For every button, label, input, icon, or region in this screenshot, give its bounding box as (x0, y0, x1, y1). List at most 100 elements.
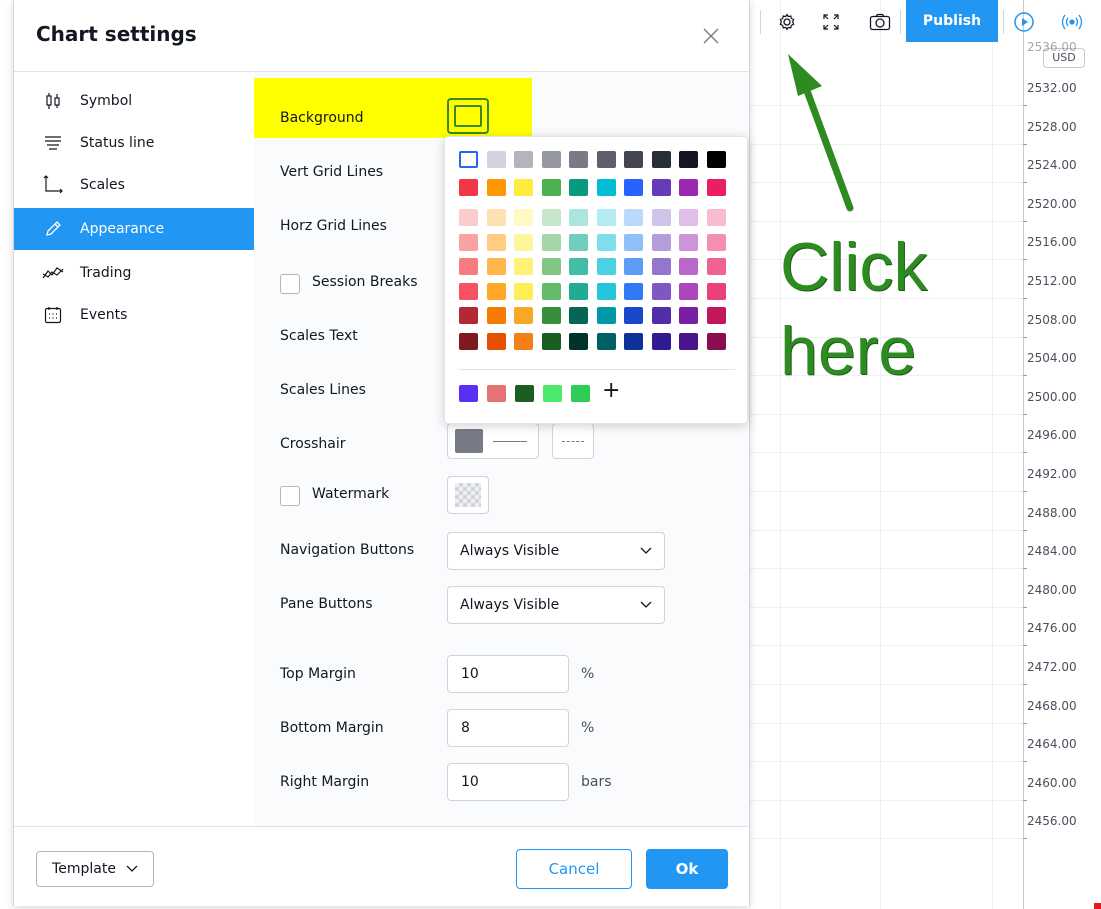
color-swatch[interactable] (514, 179, 533, 196)
color-swatch[interactable] (459, 234, 478, 251)
color-swatch[interactable] (514, 258, 533, 275)
color-swatch[interactable] (596, 234, 616, 251)
color-swatch[interactable] (624, 209, 643, 226)
color-swatch[interactable] (596, 258, 616, 275)
play-icon[interactable] (1008, 6, 1040, 38)
color-swatch[interactable] (596, 307, 616, 324)
color-swatch[interactable] (624, 179, 643, 196)
color-swatch[interactable] (486, 307, 506, 324)
color-swatch[interactable] (624, 258, 643, 275)
sidebar-item-status-line[interactable]: Status line (14, 122, 254, 164)
color-swatch[interactable] (569, 307, 588, 324)
color-swatch[interactable] (624, 307, 643, 324)
color-swatch[interactable] (706, 209, 726, 226)
watermark-checkbox[interactable] (280, 486, 300, 506)
color-swatch[interactable] (651, 258, 671, 275)
color-swatch[interactable] (514, 151, 533, 168)
color-swatch[interactable] (679, 209, 698, 226)
color-swatch[interactable] (486, 333, 506, 350)
color-swatch[interactable] (569, 258, 588, 275)
color-swatch[interactable] (486, 151, 506, 168)
color-swatch[interactable] (541, 179, 561, 196)
color-swatch[interactable] (486, 179, 506, 196)
sidebar-item-appearance[interactable]: Appearance (14, 208, 254, 250)
color-swatch[interactable] (706, 283, 726, 300)
color-swatch[interactable] (514, 209, 533, 226)
color-swatch[interactable] (624, 151, 643, 168)
color-swatch[interactable] (679, 179, 698, 196)
navigation-buttons-select[interactable]: Always Visible (447, 532, 665, 570)
sidebar-item-symbol[interactable]: Symbol (14, 80, 254, 122)
custom-color-swatch[interactable] (543, 385, 562, 402)
color-swatch[interactable] (459, 179, 478, 196)
custom-color-swatch[interactable] (487, 385, 506, 402)
color-swatch[interactable] (569, 333, 588, 350)
color-swatch[interactable] (459, 307, 478, 324)
color-swatch[interactable] (541, 151, 561, 168)
color-swatch[interactable] (706, 151, 726, 168)
crosshair-style-button[interactable] (447, 423, 539, 459)
color-swatch[interactable] (569, 209, 588, 226)
dash-style-button[interactable] (552, 423, 594, 459)
color-swatch[interactable] (514, 283, 533, 300)
custom-color-swatch[interactable] (515, 385, 534, 402)
custom-color-swatch[interactable] (459, 385, 478, 402)
color-swatch[interactable] (486, 234, 506, 251)
color-swatch[interactable] (651, 283, 671, 300)
color-swatch[interactable] (541, 209, 561, 226)
color-swatch[interactable] (514, 234, 533, 251)
color-swatch[interactable] (679, 333, 698, 350)
gear-icon[interactable] (771, 6, 803, 38)
color-swatch[interactable] (514, 307, 533, 324)
color-swatch[interactable] (679, 283, 698, 300)
right-margin-input[interactable]: 10 (447, 763, 569, 801)
color-swatch[interactable] (651, 179, 671, 196)
color-swatch[interactable] (569, 151, 588, 168)
color-swatch[interactable] (486, 283, 506, 300)
color-swatch[interactable] (459, 209, 478, 226)
add-custom-color-button[interactable]: + (602, 380, 620, 402)
sidebar-item-events[interactable]: Events (14, 294, 254, 336)
ok-button[interactable]: Ok (646, 849, 728, 889)
color-swatch[interactable] (541, 307, 561, 324)
color-swatch[interactable] (459, 258, 478, 275)
color-swatch[interactable] (459, 283, 478, 300)
color-swatch[interactable] (679, 258, 698, 275)
color-swatch[interactable] (706, 333, 726, 350)
color-swatch[interactable] (459, 151, 478, 168)
color-swatch[interactable] (706, 258, 726, 275)
custom-color-swatch[interactable] (571, 385, 590, 402)
sidebar-item-scales[interactable]: Scales (14, 164, 254, 206)
color-swatch[interactable] (569, 234, 588, 251)
color-swatch[interactable] (651, 307, 671, 324)
cancel-button[interactable]: Cancel (516, 849, 632, 889)
color-swatch[interactable] (651, 209, 671, 226)
top-margin-input[interactable]: 10 (447, 655, 569, 693)
color-swatch[interactable] (459, 333, 478, 350)
color-swatch[interactable] (596, 209, 616, 226)
color-swatch[interactable] (596, 151, 616, 168)
session-breaks-checkbox[interactable] (280, 274, 300, 294)
color-swatch[interactable] (651, 151, 671, 168)
color-swatch[interactable] (706, 179, 726, 196)
background-color-button[interactable] (447, 98, 489, 134)
color-swatch[interactable] (486, 258, 506, 275)
color-swatch[interactable] (596, 283, 616, 300)
template-button[interactable]: Template (36, 851, 154, 887)
color-swatch[interactable] (596, 333, 616, 350)
color-swatch[interactable] (514, 333, 533, 350)
color-swatch[interactable] (541, 234, 561, 251)
pane-buttons-select[interactable]: Always Visible (447, 586, 665, 624)
color-swatch[interactable] (624, 333, 643, 350)
color-swatch[interactable] (624, 234, 643, 251)
watermark-color-button[interactable] (447, 476, 489, 514)
broadcast-icon[interactable] (1056, 6, 1088, 38)
color-swatch[interactable] (541, 333, 561, 350)
color-swatch[interactable] (679, 151, 698, 168)
fullscreen-icon[interactable] (815, 6, 847, 38)
bottom-margin-input[interactable]: 8 (447, 709, 569, 747)
publish-button[interactable]: Publish (906, 0, 998, 42)
color-swatch[interactable] (569, 283, 588, 300)
camera-icon[interactable] (864, 6, 896, 38)
color-swatch[interactable] (679, 234, 698, 251)
